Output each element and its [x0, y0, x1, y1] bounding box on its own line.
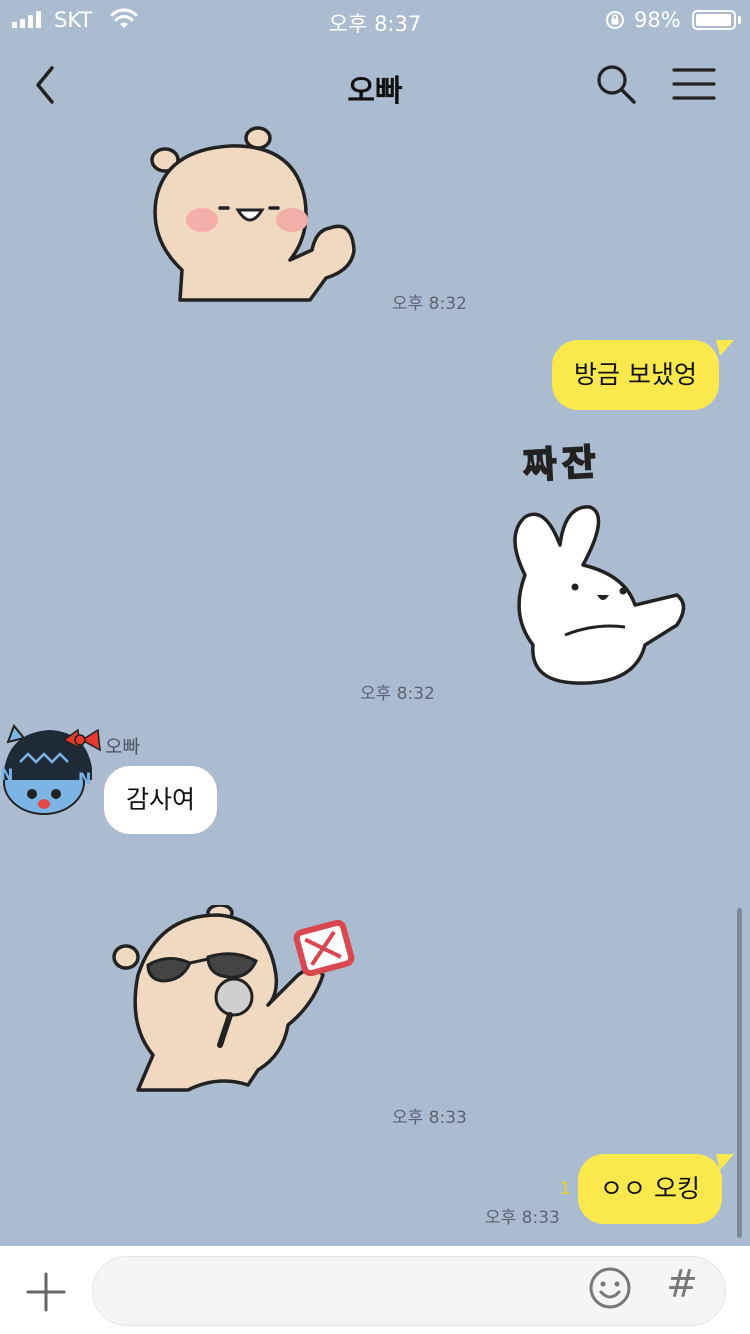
bunny-drawing [513, 505, 686, 685]
bubble-tail [716, 340, 734, 356]
sticker-caption: 짜잔 [521, 441, 603, 488]
my-message-bubble[interactable]: 방금 보냈엉 [552, 340, 719, 410]
svg-text:N: N [0, 765, 13, 784]
menu-icon[interactable] [670, 64, 718, 104]
bubble-tail [716, 1154, 734, 1170]
plus-icon[interactable] [26, 1272, 66, 1312]
input-bar [0, 1246, 750, 1334]
message-time: 오후 8:32 [360, 684, 435, 704]
battery-nub [738, 16, 741, 24]
unread-count: 1 [560, 1179, 571, 1199]
sender-name: 오빠 [105, 736, 140, 758]
svg-text:N: N [78, 769, 91, 788]
status-bar: SKT 오후 8:37 98% [0, 0, 750, 40]
message-time: 오후 8:32 [392, 294, 467, 314]
battery-icon [692, 10, 736, 30]
my-message-bubble[interactable]: ㅇㅇ 오킹 [578, 1154, 722, 1224]
bunny-sticker[interactable]: 짜잔 [505, 425, 695, 695]
search-icon[interactable] [594, 62, 638, 106]
chat-header: 오빠 [0, 40, 750, 130]
bear-microphone-sticker[interactable] [108, 905, 368, 1095]
rotation-lock-icon [606, 11, 624, 29]
hashtag-search-button[interactable]: # [666, 1262, 698, 1306]
message-time: 오후 8:33 [392, 1108, 467, 1128]
scrollbar[interactable] [737, 908, 742, 1238]
emoji-icon[interactable] [588, 1266, 632, 1310]
bear-sticker[interactable] [140, 120, 370, 310]
battery-percent: 98% [634, 8, 681, 32]
profile-avatar[interactable]: N N [0, 722, 104, 820]
received-message-bubble[interactable]: 감사여 [104, 766, 218, 834]
message-time: 오후 8:33 [485, 1208, 560, 1228]
